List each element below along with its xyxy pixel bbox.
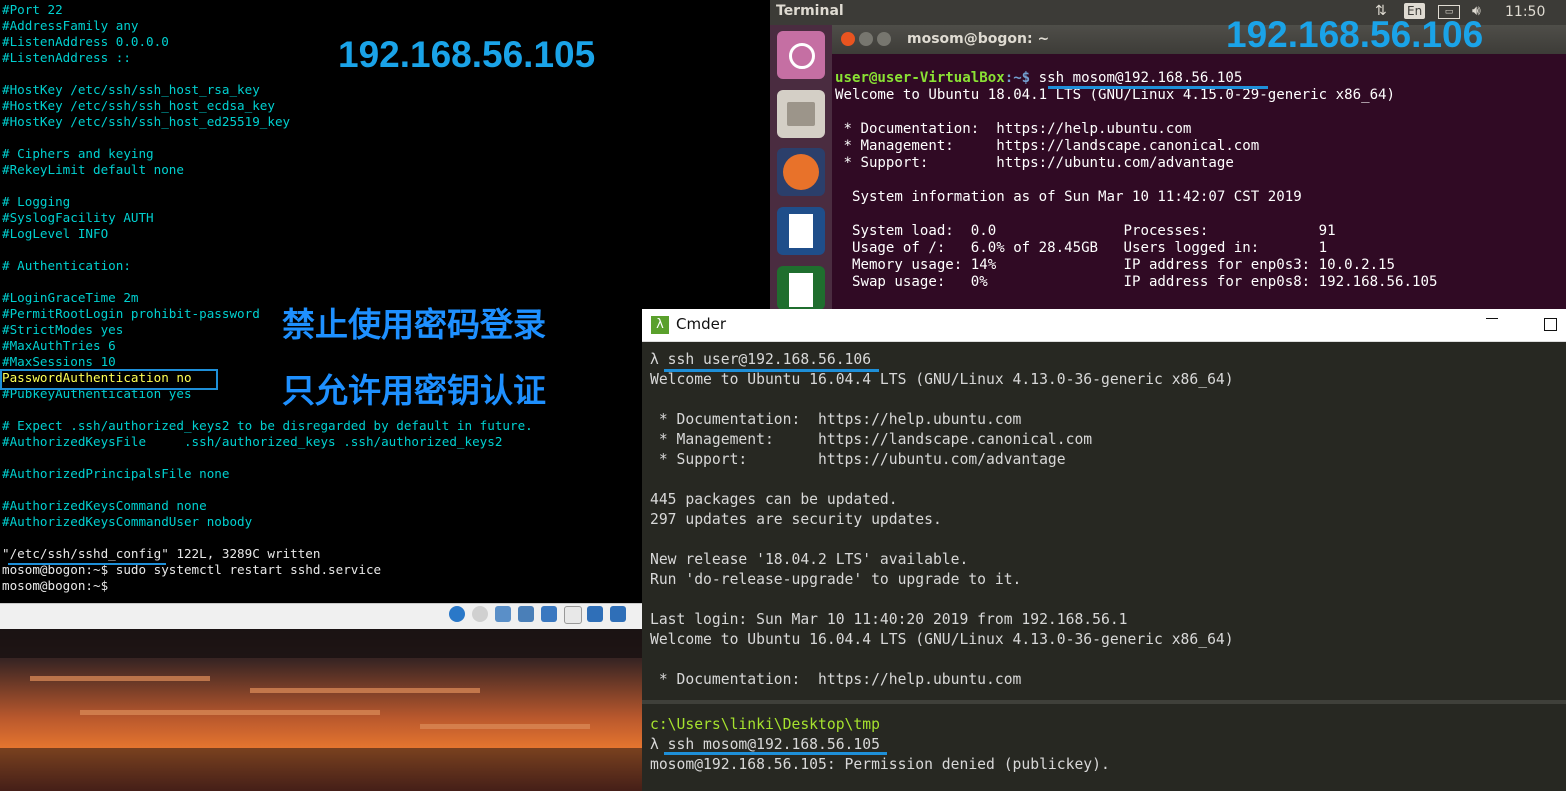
- permission-denied-message: mosom@192.168.56.105: Permission denied …: [650, 756, 1110, 773]
- clock[interactable]: 11:50: [1505, 4, 1545, 20]
- cmder-line: * Documentation: https://help.ubuntu.com: [650, 411, 1022, 428]
- config-line: [2, 274, 533, 290]
- highlight-box: [0, 369, 218, 390]
- cmder-line: λ ssh user@192.168.56.106: [650, 351, 872, 368]
- files-icon[interactable]: [777, 90, 825, 138]
- terminal-line: * Management: https://landscape.canonica…: [835, 138, 1260, 154]
- annotation-disable-password: 禁止使用密码登录: [282, 305, 546, 344]
- config-line: #RekeyLimit default none: [2, 162, 184, 177]
- config-line: #SyslogFacility AUTH: [2, 210, 154, 225]
- cmder-line: Last login: Sun Mar 10 11:40:20 2019 fro…: [650, 611, 1128, 628]
- audio-icon[interactable]: [495, 606, 511, 622]
- app-name: Terminal: [776, 3, 844, 19]
- underline: [664, 752, 887, 755]
- config-line: [2, 530, 533, 546]
- config-line: [2, 130, 533, 146]
- config-line: [2, 178, 533, 194]
- cmder-line: 297 updates are security updates.: [650, 511, 942, 528]
- terminal-line: System load: 0.0 Processes: 91: [835, 223, 1336, 239]
- usb-icon[interactable]: [541, 606, 557, 622]
- cmder-line: New release '18.04.2 LTS' available.: [650, 551, 969, 568]
- ubuntu-terminal-output: user@user-VirtualBox:~$ ssh mosom@192.16…: [835, 70, 1437, 291]
- cmder-bottom-pane[interactable]: c:\Users\linki\Desktop\tmp λ ssh mosom@19…: [650, 715, 1110, 775]
- desktop-wallpaper: [0, 628, 645, 791]
- prompt-user: user@user-VirtualBox: [835, 70, 1005, 86]
- ubuntu-ip-annotation: 192.168.56.106: [1226, 14, 1484, 55]
- cmder-line: [650, 530, 1234, 550]
- harddisk-icon[interactable]: [449, 606, 465, 622]
- config-line: [2, 242, 533, 258]
- window-title: mosom@bogon: ~: [907, 31, 1050, 47]
- window-title: Cmder: [676, 315, 727, 333]
- minimize-icon[interactable]: [859, 32, 873, 46]
- display-icon[interactable]: [587, 606, 603, 622]
- minimize-icon[interactable]: [1486, 318, 1498, 319]
- config-line: [2, 450, 533, 466]
- config-line: #AuthorizedKeysFile .ssh/authorized_keys…: [2, 434, 503, 449]
- terminal-line: Memory usage: 14% IP address for enp0s3:…: [835, 257, 1396, 273]
- terminal-line: Welcome to Ubuntu 18.04.1 LTS (GNU/Linux…: [835, 87, 1396, 103]
- config-line: # Authentication:: [2, 258, 131, 273]
- terminal-line: Swap usage: 0% IP address for enp0s8: 19…: [835, 274, 1438, 290]
- cmder-line: Welcome to Ubuntu 16.04.4 LTS (GNU/Linux…: [650, 631, 1234, 648]
- maximize-icon[interactable]: [877, 32, 891, 46]
- underline: [1048, 86, 1268, 89]
- cmder-line: [650, 590, 1234, 610]
- config-line: [2, 482, 533, 498]
- optical-drive-icon[interactable]: [472, 606, 488, 622]
- terminal-line: Usage of /: 6.0% of 28.45GB Users logged…: [835, 240, 1328, 256]
- annotation-key-only: 只允许用密钥认证: [282, 371, 546, 410]
- config-line: #AuthorizedKeysCommandUser nobody: [2, 514, 253, 529]
- shared-folder-icon[interactable]: [564, 606, 582, 624]
- cmder-line: [650, 470, 1234, 490]
- config-line: #LogLevel INFO: [2, 226, 109, 241]
- cmder-output: λ ssh user@192.168.56.106 Welcome to Ubun…: [650, 350, 1234, 690]
- ubuntu-logo-icon[interactable]: [777, 31, 825, 79]
- cmder-line: 445 packages can be updated.: [650, 491, 898, 508]
- config-line: #AddressFamily any: [2, 18, 139, 33]
- cmder-line: [650, 650, 1234, 670]
- config-line: #Port 22: [2, 2, 63, 17]
- cmder-line: Run 'do-release-upgrade' to upgrade to i…: [650, 571, 1022, 588]
- cmder-titlebar[interactable]: λ Cmder: [642, 309, 1566, 342]
- config-line: # Logging: [2, 194, 71, 209]
- cmder-lambda-icon: λ: [651, 316, 669, 334]
- config-line: #AuthorizedPrincipalsFile none: [2, 466, 230, 481]
- ssh-command: ssh mosom@192.168.56.105: [1038, 70, 1243, 86]
- firefox-icon[interactable]: [777, 148, 825, 196]
- terminal-line: * Support: https://ubuntu.com/advantage: [835, 155, 1234, 171]
- cmder-line: [650, 390, 1234, 410]
- terminal-line: * Documentation: https://help.ubuntu.com: [835, 121, 1192, 137]
- vm-ip-annotation: 192.168.56.105: [338, 34, 596, 75]
- underline: [664, 369, 879, 372]
- libreoffice-calc-icon[interactable]: [777, 266, 825, 310]
- config-line: # Ciphers and keying: [2, 146, 154, 161]
- cmder-line: * Management: https://landscape.canonica…: [650, 431, 1093, 448]
- current-path: c:\Users\linki\Desktop\tmp: [650, 716, 880, 733]
- config-line: # Expect .ssh/authorized_keys2 to be dis…: [2, 418, 533, 433]
- config-line: #HostKey /etc/ssh/ssh_host_rsa_key: [2, 82, 260, 97]
- config-line: #HostKey /etc/ssh/ssh_host_ed25519_key: [2, 114, 291, 129]
- prompt-path: :~$: [1004, 70, 1039, 86]
- config-line: #AuthorizedKeysCommand none: [2, 498, 207, 513]
- network-icon[interactable]: [518, 606, 534, 622]
- terminal-line: System information as of Sun Mar 10 11:4…: [835, 189, 1302, 205]
- config-line: mosom@bogon:~$: [2, 578, 116, 593]
- recording-icon[interactable]: [610, 606, 626, 622]
- cmder-line: Welcome to Ubuntu 16.04.4 LTS (GNU/Linux…: [650, 371, 1234, 388]
- config-line: "/etc/ssh/sshd_config" 122L, 3289C writt…: [2, 546, 321, 561]
- maximize-icon[interactable]: [1544, 318, 1557, 331]
- cmder-line: * Support: https://ubuntu.com/advantage: [650, 451, 1066, 468]
- libreoffice-writer-icon[interactable]: [777, 207, 825, 255]
- cmder-line: * Documentation: https://help.ubuntu.com: [650, 671, 1022, 688]
- pane-separator: [642, 700, 1566, 704]
- close-icon[interactable]: [841, 32, 855, 46]
- config-line: #HostKey /etc/ssh/ssh_host_ecdsa_key: [2, 98, 275, 113]
- underline: [8, 563, 166, 565]
